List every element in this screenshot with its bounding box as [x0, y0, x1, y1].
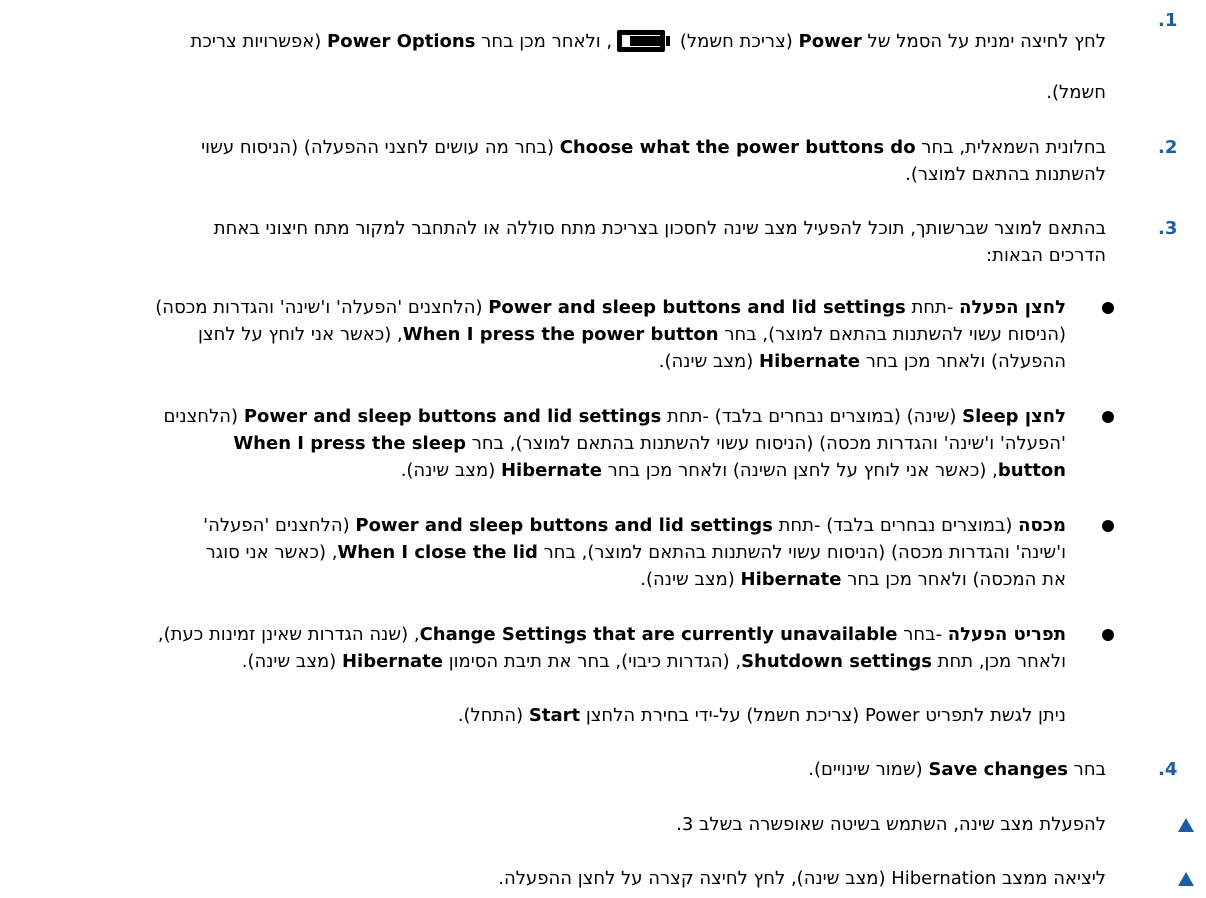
bullet-text: לחצן Sleep (שינה) (במוצרים נבחרים בלבד) … — [163, 406, 1066, 427]
step-text-cont: חשמל). — [1046, 82, 1106, 103]
tip-text: ליציאה ממצב Hibernation (מצב שינה), לחץ … — [498, 868, 1106, 889]
step-number: .1 — [1158, 10, 1178, 31]
bullet-text: ולאחר מכן, תחת Shutdown settings, (הגדרו… — [241, 651, 1066, 672]
step-text: בהתאם למוצר שברשותך, תוכל להפעיל מצב שינ… — [213, 218, 1106, 239]
bullet-dot — [1102, 411, 1114, 423]
step-number: .4 — [1158, 759, 1178, 780]
battery-icon — [616, 30, 671, 52]
tip-text: להפעלת מצב שינה, השתמש בשיטה שאופשרה בשל… — [676, 814, 1106, 835]
bullet-text: ההפעלה) ולאחר מכן בחר Hibernate (מצב שינ… — [658, 351, 1066, 372]
step-number: .2 — [1158, 137, 1178, 158]
bullet-text: button, (כאשר אני לוחץ על לחצן השינה) ול… — [400, 460, 1066, 481]
bullet-text: (הניסוח עשוי להשתנות בהתאם למוצר), בחר W… — [198, 324, 1066, 345]
note-text: ניתן לגשת לתפריט Power (צריכת חשמל) על-י… — [457, 705, 1066, 726]
step-text-cont: להשתנות בהתאם למוצר). — [905, 164, 1106, 185]
bullet-dot — [1102, 302, 1114, 314]
step-text: בחר Save changes (שמור שינויים). — [808, 759, 1106, 780]
document-page: .1 לחץ לחיצה ימנית על הסמל של Power (צרי… — [0, 0, 1206, 898]
step-number: .3 — [1158, 218, 1178, 239]
bullet-dot — [1102, 520, 1114, 532]
bullet-dot — [1102, 629, 1114, 641]
bullet-text: מכסה (במוצרים נבחרים בלבד) -תחת Power an… — [203, 515, 1066, 536]
bullet-text: את המכסה) ולאחר מכן בחר Hibernate (מצב ש… — [640, 569, 1066, 590]
bullet-text: ו'שינה' והגדרות מכסה) (הניסוח עשוי להשתנ… — [205, 542, 1066, 563]
step-text: בחלונית השמאלית, בחר Choose what the pow… — [201, 137, 1106, 158]
bullet-text: 'הפעלה' ו'שינה' והגדרות מכסה) (הניסוח עש… — [233, 433, 1066, 454]
bullet-text: תפריט הפעלה -בחר Change Settings that ar… — [157, 624, 1066, 645]
step-text: לחץ לחיצה ימנית על הסמל של Power (צריכת … — [190, 30, 1106, 52]
step-text-cont: הדרכים הבאות: — [986, 245, 1106, 266]
bullet-text: לחצן הפעלה -תחת Power and sleep buttons … — [155, 297, 1066, 318]
triangle-bullet-icon — [1178, 872, 1194, 886]
triangle-bullet-icon — [1178, 818, 1194, 832]
